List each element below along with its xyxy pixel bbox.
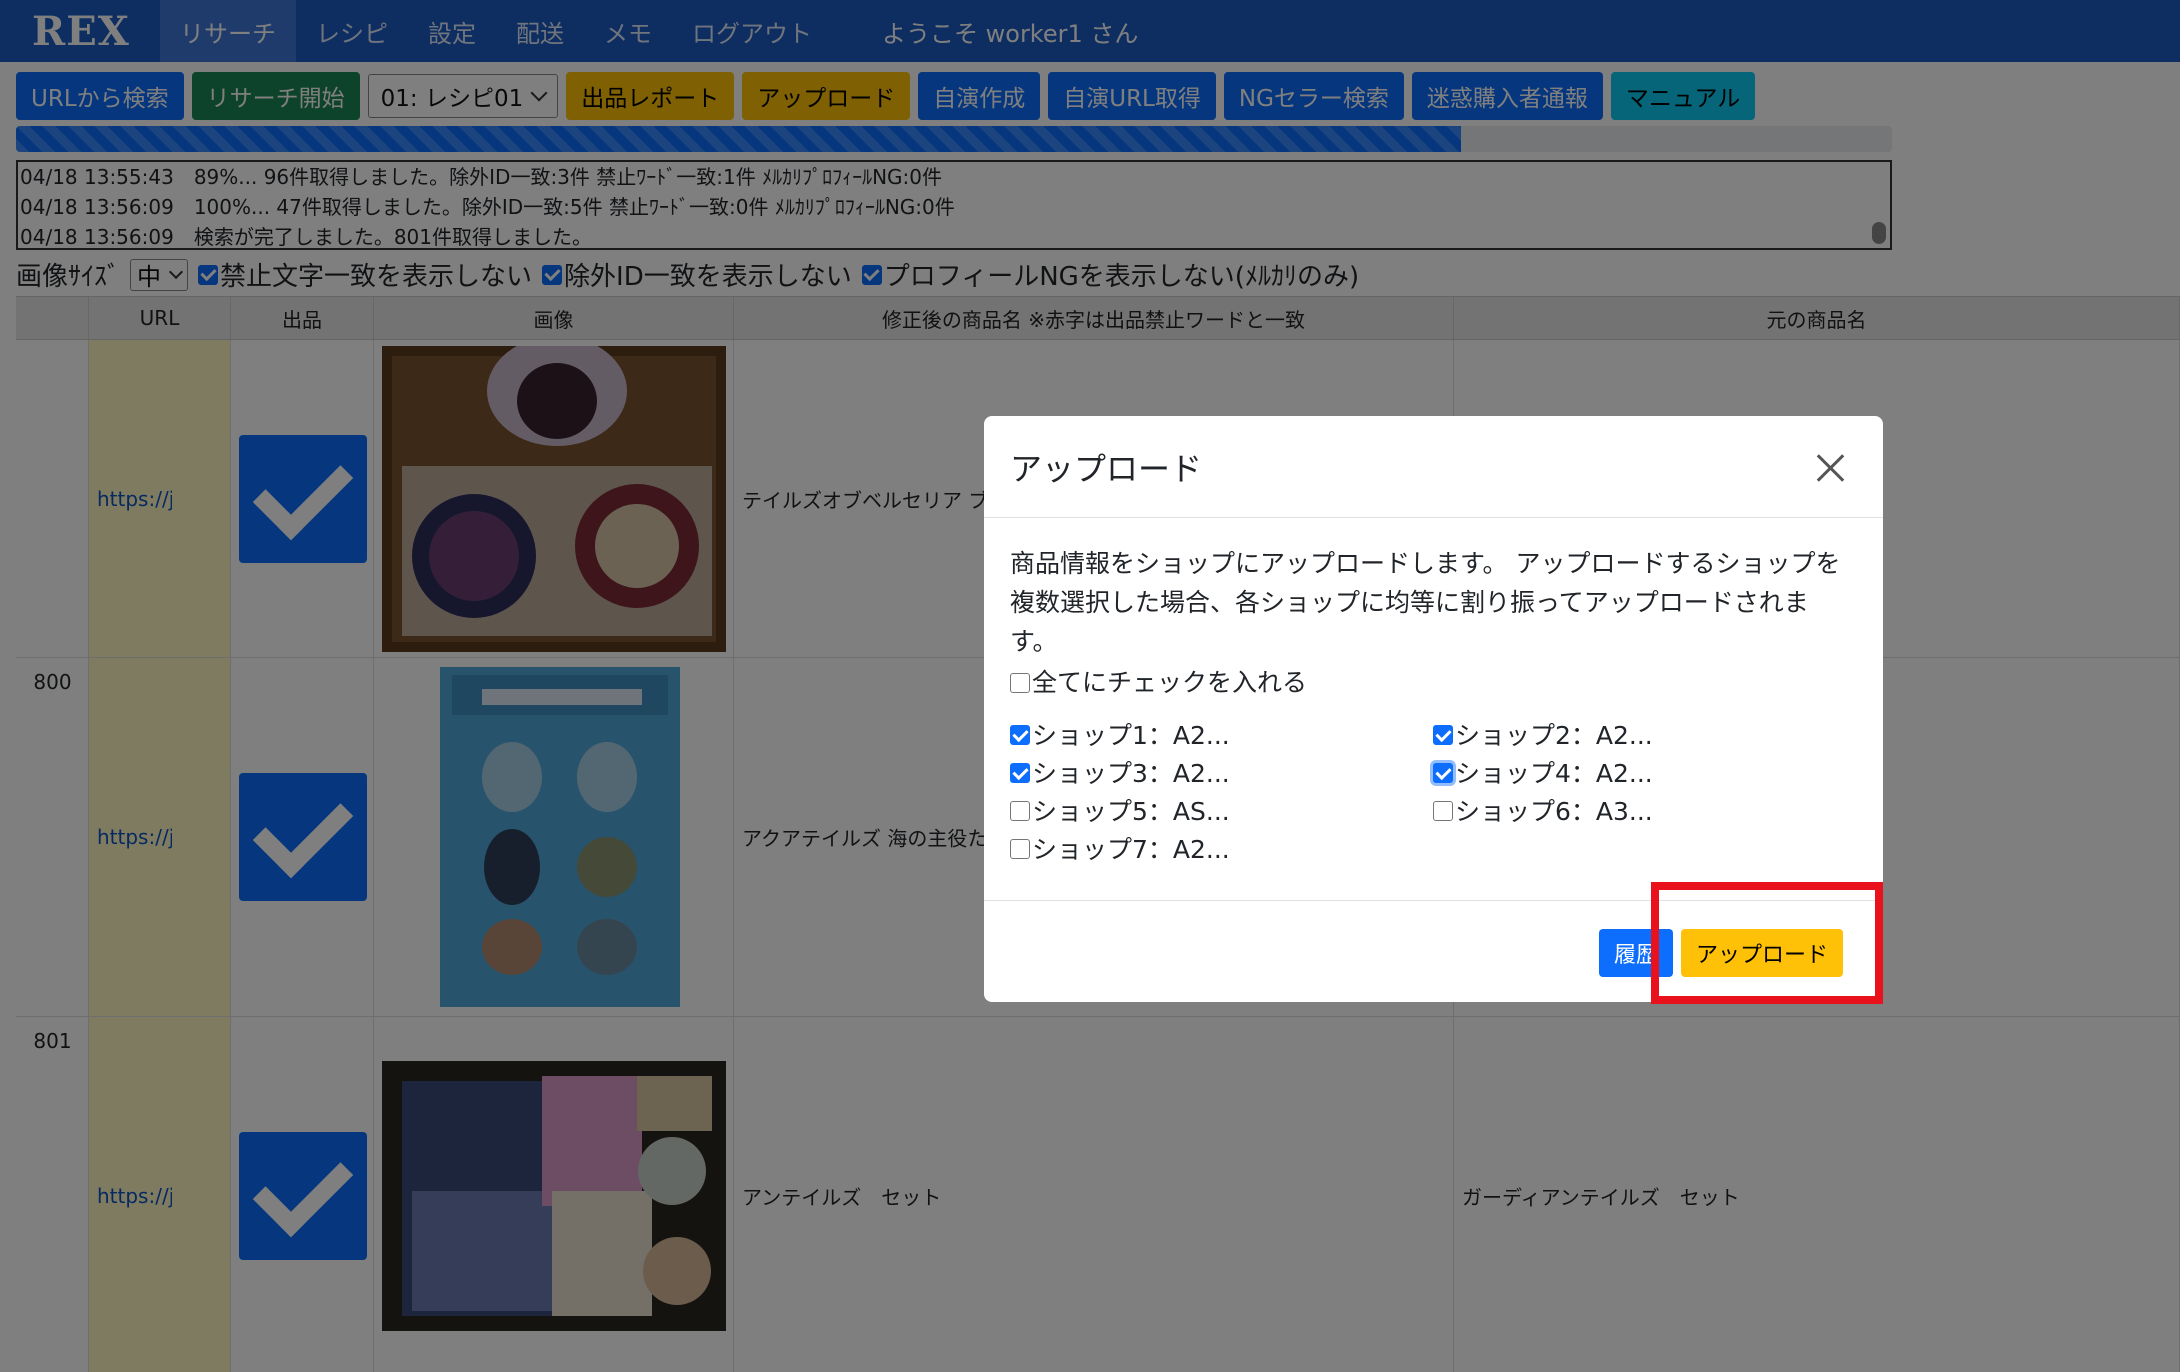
modal-header: アップロード <box>984 416 1883 518</box>
shop-option-3[interactable]: ショップ3：A2... <box>1010 754 1433 792</box>
check-all-label: 全てにチェックを入れる <box>1032 668 1308 697</box>
shop-label: ショップ4：A2... <box>1455 758 1653 788</box>
shop-label: ショップ1：A2... <box>1032 720 1230 750</box>
shop-label: ショップ3：A2... <box>1032 758 1230 788</box>
check-all-checkbox[interactable] <box>1010 672 1030 693</box>
shop-checkbox[interactable] <box>1433 725 1453 745</box>
shop-label: ショップ6：A3... <box>1455 796 1653 826</box>
shop-option-1[interactable]: ショップ1：A2... <box>1010 716 1433 754</box>
close-icon[interactable] <box>1815 452 1845 482</box>
upload-button-highlight <box>1651 882 1883 1004</box>
shop-checkbox[interactable] <box>1010 839 1030 859</box>
shop-option-4[interactable]: ショップ4：A2... <box>1433 754 1856 792</box>
modal-description: 商品情報をショップにアップロードします。 アップロードするショップを複数選択した… <box>1010 549 1841 656</box>
shop-checkbox[interactable] <box>1433 801 1453 821</box>
modal-title: アップロード <box>1010 449 1203 488</box>
shop-option-6[interactable]: ショップ6：A3... <box>1433 792 1856 830</box>
check-all-option[interactable]: 全てにチェックを入れる <box>1010 663 1857 702</box>
modal-body: 商品情報をショップにアップロードします。 アップロードするショップを複数選択した… <box>984 518 1883 868</box>
shop-label: ショップ2：A2... <box>1455 720 1653 750</box>
shop-checkbox[interactable] <box>1010 801 1030 821</box>
shop-option-7[interactable]: ショップ7：A2... <box>1010 830 1433 868</box>
shop-label: ショップ5：AS... <box>1032 796 1230 826</box>
shop-checkbox[interactable] <box>1010 763 1030 783</box>
shop-list: ショップ1：A2... ショップ2：A2... ショップ3：A2... ショップ… <box>1010 716 1857 868</box>
shop-checkbox[interactable] <box>1010 725 1030 745</box>
shop-label: ショップ7：A2... <box>1032 834 1230 864</box>
shop-option-2[interactable]: ショップ2：A2... <box>1433 716 1856 754</box>
shop-checkbox[interactable] <box>1433 763 1453 783</box>
shop-option-5[interactable]: ショップ5：AS... <box>1010 792 1433 830</box>
